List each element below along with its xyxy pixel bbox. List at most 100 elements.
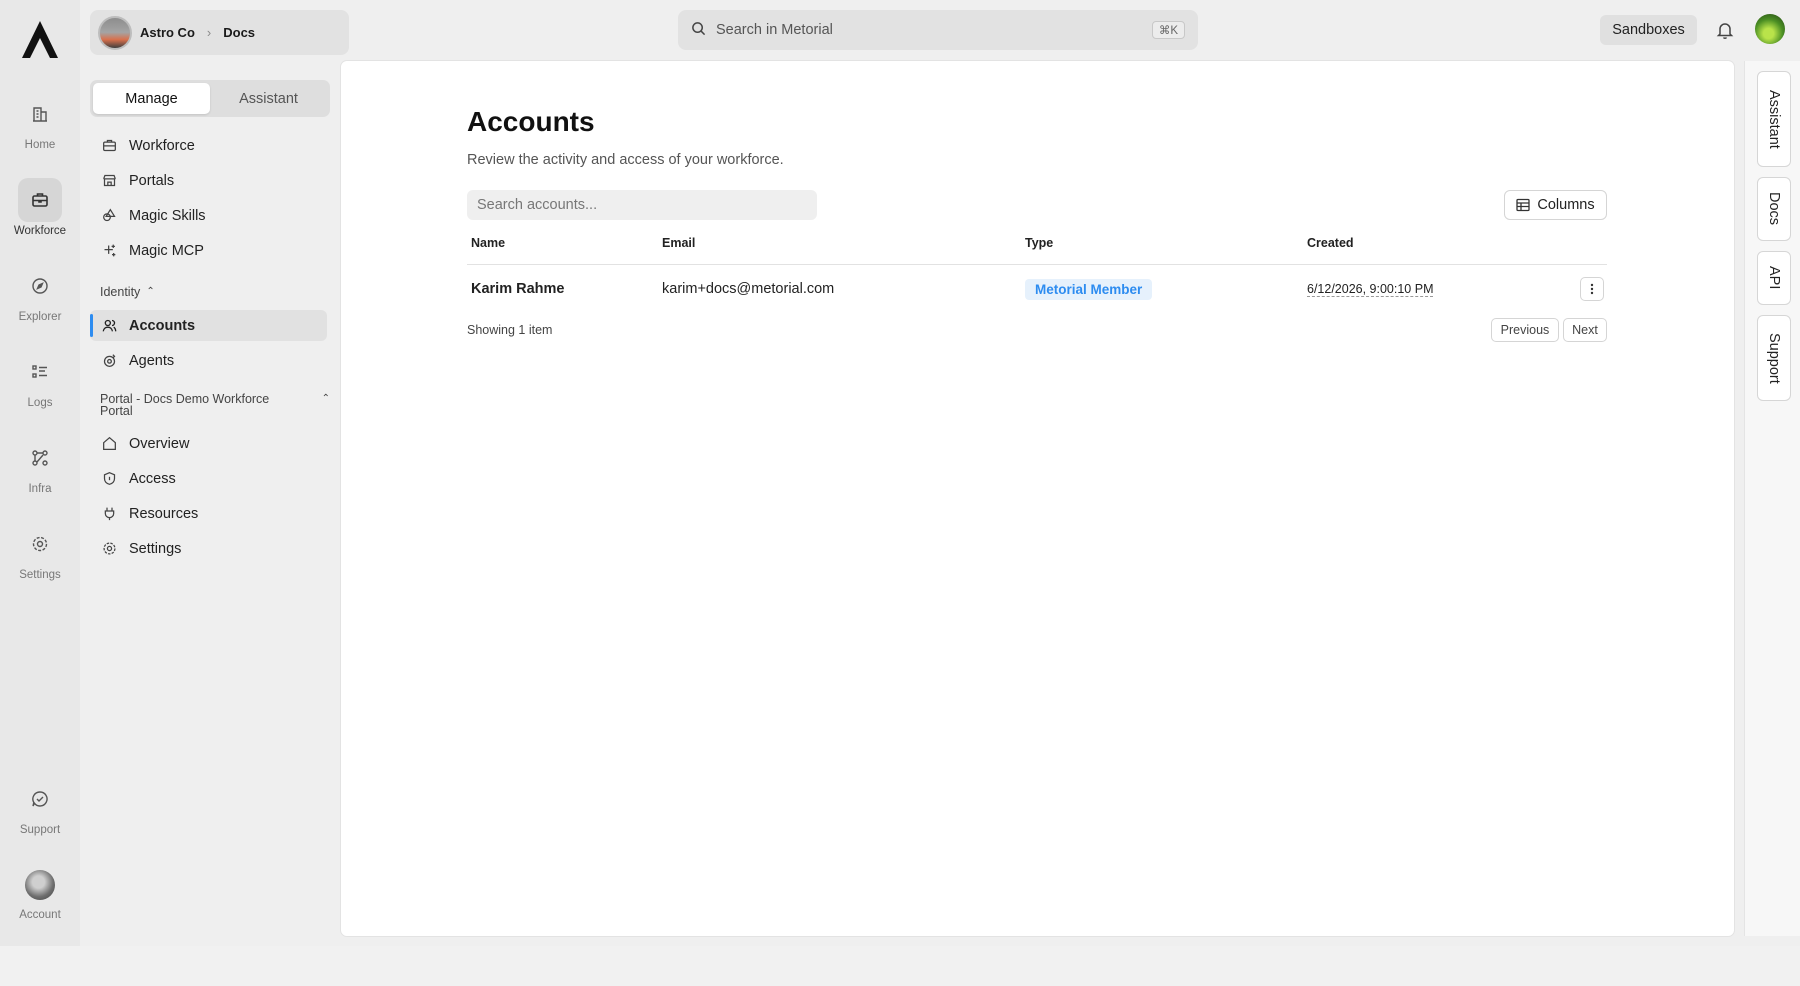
columns-button-label: Columns	[1537, 197, 1595, 213]
column-header-name[interactable]: Name	[471, 236, 505, 250]
created-date: 6/12/2026, 9:00:10 PM	[1307, 281, 1434, 297]
gear-icon	[101, 541, 117, 557]
workspace-switcher[interactable]: Astro Co › Docs	[90, 10, 349, 55]
page-subtitle: Review the activity and access of your w…	[467, 152, 784, 168]
previous-button[interactable]: Previous	[1491, 318, 1559, 342]
sidebar-item-workforce[interactable]: Workforce	[90, 130, 327, 161]
rail-account[interactable]: Account	[0, 863, 80, 935]
nodes-icon	[18, 436, 62, 480]
rail-logs-label: Logs	[27, 397, 53, 409]
cell-type: Metorial Member	[1025, 270, 1153, 308]
bot-icon	[101, 353, 117, 369]
sidebar-item-agents[interactable]: Agents	[90, 345, 327, 376]
search-icon	[691, 21, 706, 40]
column-header-email[interactable]: Email	[662, 236, 695, 250]
sandboxes-button[interactable]: Sandboxes	[1600, 15, 1697, 45]
table-icon	[1516, 198, 1531, 212]
shortcut-hint: ⌘K	[1151, 21, 1185, 39]
rail-infra[interactable]: Infra	[0, 436, 80, 508]
column-header-type[interactable]: Type	[1025, 236, 1053, 250]
user-avatar[interactable]	[1755, 14, 1785, 44]
metorial-logo[interactable]	[20, 18, 60, 62]
row-menu-button[interactable]	[1580, 277, 1604, 301]
sidebar-item-access[interactable]: Access	[90, 463, 327, 494]
rail-workforce[interactable]: Workforce	[0, 178, 80, 250]
secondary-sidebar: Astro Co › Docs Manage Assistant Workfor…	[80, 0, 349, 946]
rail-support-label: Support	[19, 824, 61, 836]
sidebar-item-label: Resources	[129, 505, 199, 522]
sidebar-item-label: Overview	[129, 435, 190, 452]
sidebar-item-label: Magic MCP	[129, 242, 204, 259]
rail-logs[interactable]: Logs	[0, 350, 80, 422]
global-search[interactable]: Search in Metorial ⌘K	[678, 10, 1198, 50]
column-header-created[interactable]: Created	[1307, 236, 1354, 250]
briefcase-icon	[18, 178, 62, 222]
type-badge: Metorial Member	[1025, 278, 1153, 300]
dock-tab-label: Support	[1766, 332, 1782, 384]
global-search-placeholder: Search in Metorial	[716, 22, 833, 38]
rail-settings[interactable]: Settings	[0, 522, 80, 594]
rail-account-label: Account	[19, 909, 61, 921]
rail-settings-label: Settings	[19, 569, 61, 581]
showing-count: Showing 1 item	[467, 323, 553, 337]
list-icon	[18, 350, 62, 394]
tab-assistant[interactable]: Assistant	[210, 83, 327, 114]
table-row[interactable]: Karim Rahme karim+docs@metorial.com Meto…	[467, 270, 1607, 308]
group-identity[interactable]: Identity ⌃	[100, 285, 155, 299]
page-title: Accounts	[467, 106, 595, 137]
sidebar-item-magic-mcp[interactable]: Magic MCP	[90, 235, 327, 266]
briefcase-icon	[101, 138, 117, 154]
bell-icon[interactable]	[1715, 20, 1735, 40]
table-divider	[467, 264, 1607, 265]
dock-tab-label: Assistant	[1766, 89, 1782, 149]
avatar	[25, 870, 55, 900]
gear-icon	[18, 522, 62, 566]
sidebar-item-label: Access	[129, 470, 176, 487]
tab-manage[interactable]: Manage	[93, 83, 210, 114]
group-identity-label: Identity	[100, 285, 141, 299]
accounts-search-input[interactable]	[467, 190, 817, 220]
rail-infra-label: Infra	[28, 483, 52, 495]
sidebar-item-accounts[interactable]: Accounts	[90, 310, 327, 341]
rail-explorer[interactable]: Explorer	[0, 264, 80, 336]
columns-button[interactable]: Columns	[1504, 190, 1607, 220]
cell-created: 6/12/2026, 9:00:10 PM	[1307, 270, 1434, 308]
group-portal[interactable]: Portal - Docs Demo Workforce Portal ⌃	[100, 392, 330, 418]
cell-email: karim+docs@metorial.com	[662, 281, 835, 297]
store-icon	[101, 173, 117, 189]
plug-icon	[101, 506, 117, 522]
rail-workforce-label: Workforce	[13, 225, 67, 237]
sidebar-item-magic-skills[interactable]: Magic Skills	[90, 200, 327, 231]
group-portal-label: Portal - Docs Demo Workforce Portal	[100, 392, 270, 418]
dock-tab-support[interactable]: Support	[1757, 315, 1791, 401]
dock-tab-api[interactable]: API	[1757, 251, 1791, 305]
rail-home[interactable]: Home	[0, 92, 80, 164]
sidebar-item-label: Workforce	[129, 137, 195, 154]
main-panel: Accounts Review the activity and access …	[341, 61, 1734, 936]
chevron-up-icon: ⌃	[321, 393, 330, 404]
sidebar-item-overview[interactable]: Overview	[90, 428, 327, 459]
dock-tab-assistant[interactable]: Assistant	[1757, 71, 1791, 167]
sidebar-item-portals[interactable]: Portals	[90, 165, 327, 196]
mode-toggle: Manage Assistant	[90, 80, 330, 117]
home-icon	[101, 436, 117, 452]
rail-explorer-label: Explorer	[18, 311, 62, 323]
icon-rail: Home Workforce Explorer Logs Infra Setti…	[0, 0, 80, 946]
next-button[interactable]: Next	[1563, 318, 1607, 342]
bottom-band	[0, 946, 1800, 986]
more-vertical-icon	[1590, 283, 1594, 295]
sidebar-item-label: Magic Skills	[129, 207, 206, 224]
sidebar-item-label: Settings	[129, 540, 182, 557]
users-icon	[101, 318, 117, 334]
sidebar-item-label: Accounts	[129, 317, 196, 334]
sidebar-item-label: Agents	[129, 352, 175, 369]
sparkles-icon	[101, 243, 117, 259]
chevron-right-icon: ›	[206, 25, 212, 40]
org-avatar	[98, 15, 132, 50]
building-icon	[18, 92, 62, 136]
dock-tab-docs[interactable]: Docs	[1757, 177, 1791, 241]
rail-support[interactable]: Support	[0, 777, 80, 849]
compass-icon	[18, 264, 62, 308]
sidebar-item-settings[interactable]: Settings	[90, 533, 327, 564]
sidebar-item-resources[interactable]: Resources	[90, 498, 327, 529]
